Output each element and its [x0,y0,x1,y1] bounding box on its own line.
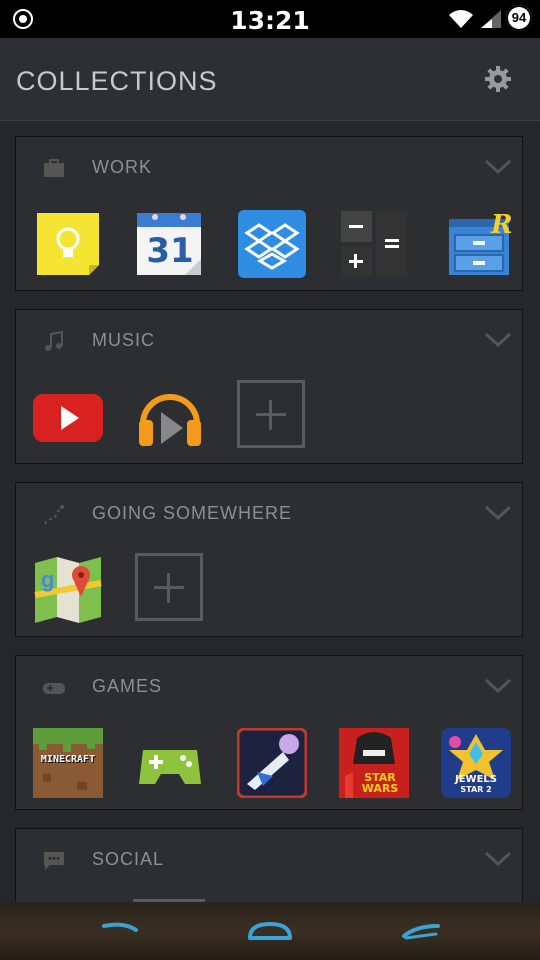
svg-text:R: R [490,210,513,240]
calculator-app-icon[interactable] [339,209,409,279]
collection-music: MUSIC [15,309,523,464]
jewels-label: JEWELS [455,774,497,785]
maps-app-icon[interactable]: g [33,555,103,625]
route-icon [44,505,64,525]
gear-icon[interactable] [484,65,512,93]
angry-birds-star-wars-app-icon[interactable]: STAR WARS [339,728,409,798]
collection-title: GAMES [92,676,163,696]
app-header: COLLECTIONS [0,38,540,121]
collection-header[interactable]: WORK [16,137,522,199]
collection-title: MUSIC [92,330,155,350]
add-app-button[interactable] [237,380,305,448]
gamepad-icon [43,683,65,694]
file-explorer-app-icon[interactable]: R [445,209,515,279]
collection-title: WORK [92,157,152,177]
briefcase-icon [44,159,64,177]
collection-work: WORK 31 R [15,136,523,291]
star-wars-label: STAR WARS [361,771,399,795]
collection-header[interactable]: GAMES [16,656,522,718]
page-title: COLLECTIONS [16,66,218,96]
recent-apps-icon[interactable] [396,920,444,942]
collection-title: SOCIAL [92,849,165,869]
chevron-down-icon[interactable] [484,330,512,350]
collection-header[interactable]: MUSIC [16,310,522,372]
add-app-button[interactable] [135,553,203,621]
home-icon[interactable] [246,920,294,942]
chevron-down-icon[interactable] [484,676,512,696]
music-note-icon [45,330,63,351]
status-bar: 13:21 94 [0,0,540,38]
play-games-app-icon[interactable] [135,728,205,798]
jewels-sub-label: STAR 2 [460,785,492,794]
collection-header[interactable]: SOCIAL [16,829,522,891]
collection-title: GOING SOMEWHERE [92,503,293,523]
minecraft-label: MINECRAFT [40,754,96,765]
signal-icon [481,10,501,28]
collection-social: SOCIAL [15,828,523,908]
collection-going-somewhere: GOING SOMEWHERE g [15,482,523,637]
play-music-app-icon[interactable] [135,382,205,452]
battery-icon: 94 [506,5,532,31]
wifi-icon [449,10,473,28]
calendar-day-label: 31 [146,231,194,271]
collection-header[interactable]: GOING SOMEWHERE [16,483,522,545]
chevron-down-icon[interactable] [484,849,512,869]
chat-icon [44,852,64,870]
chevron-down-icon[interactable] [484,157,512,177]
chevron-down-icon[interactable] [484,503,512,523]
collection-games: GAMES MINECRAFT STAR WARS JEWELS STAR 2 [15,655,523,810]
jewels-star-2-app-icon[interactable]: JEWELS STAR 2 [441,728,511,798]
space-shooter-app-icon[interactable] [237,728,307,798]
youtube-app-icon[interactable] [33,382,103,452]
svg-text:g: g [41,567,54,592]
back-icon[interactable] [100,920,148,942]
calendar-app-icon[interactable]: 31 [135,209,205,279]
keep-app-icon[interactable] [33,209,103,279]
minecraft-app-icon[interactable]: MINECRAFT [33,728,103,798]
navigation-bar [0,902,540,960]
dropbox-app-icon[interactable] [237,209,307,279]
